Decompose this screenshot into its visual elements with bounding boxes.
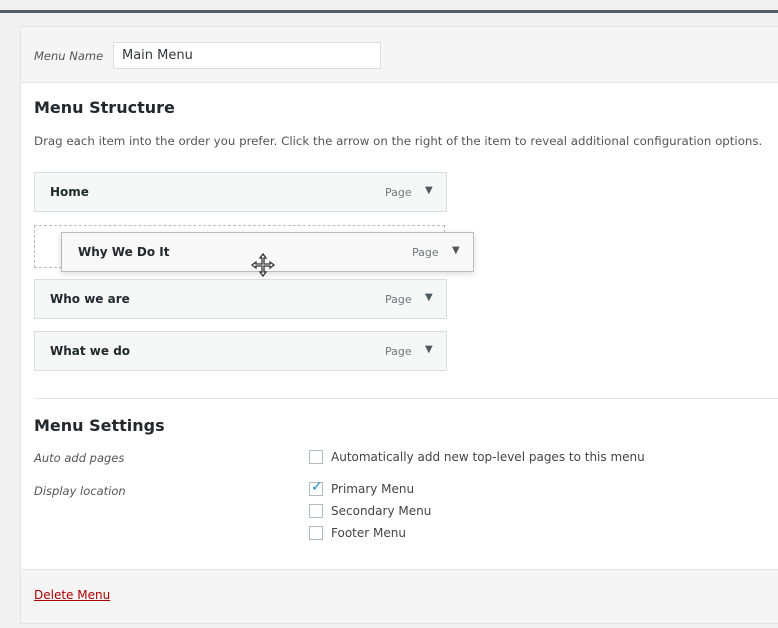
- menu-structure-description: Drag each item into the order you prefer…: [34, 134, 763, 148]
- primary-menu-checkbox[interactable]: ✓: [309, 479, 323, 496]
- location-primary-option[interactable]: ✓ Primary Menu: [309, 479, 415, 496]
- section-divider: [34, 398, 778, 399]
- menu-item-type: Page: [385, 186, 412, 199]
- menu-item-title: Home: [50, 185, 89, 199]
- footer-menu-label: Footer Menu: [331, 526, 406, 540]
- delete-menu-link[interactable]: Delete Menu: [34, 588, 110, 602]
- menu-item-type: Page: [385, 293, 412, 306]
- auto-add-option[interactable]: Automatically add new top-level pages to…: [309, 450, 645, 464]
- display-location-label: Display location: [34, 484, 126, 498]
- menu-item-home[interactable]: Home Page ▼: [34, 172, 447, 212]
- chevron-down-icon[interactable]: ▼: [425, 344, 433, 355]
- menu-item-title: Who we are: [50, 292, 130, 306]
- menu-name-input[interactable]: Main Menu: [113, 42, 381, 69]
- chevron-down-icon[interactable]: ▼: [452, 245, 460, 256]
- primary-menu-label: Primary Menu: [331, 482, 415, 496]
- menu-item-type: Page: [412, 246, 439, 259]
- admin-top-edge: [0, 10, 778, 13]
- auto-add-checkbox[interactable]: [309, 450, 323, 464]
- menu-item-who-we-are[interactable]: Who we are Page ▼: [34, 279, 447, 319]
- menu-footer: Delete Menu: [21, 569, 778, 623]
- move-cursor-icon: [250, 252, 276, 278]
- auto-add-label: Automatically add new top-level pages to…: [331, 450, 645, 464]
- secondary-menu-checkbox[interactable]: [309, 504, 323, 518]
- menu-item-type: Page: [385, 345, 412, 358]
- chevron-down-icon[interactable]: ▼: [425, 292, 433, 303]
- menu-edit-panel: Menu Name Main Menu Menu Structure Drag …: [20, 26, 778, 624]
- menu-item-what-we-do[interactable]: What we do Page ▼: [34, 331, 447, 371]
- footer-menu-checkbox[interactable]: [309, 526, 323, 540]
- menu-item-title: Why We Do It: [78, 245, 170, 259]
- menu-item-title: What we do: [50, 344, 131, 358]
- secondary-menu-label: Secondary Menu: [331, 504, 432, 518]
- menu-header: Menu Name Main Menu: [21, 27, 778, 83]
- location-footer-option[interactable]: Footer Menu: [309, 526, 406, 540]
- location-secondary-option[interactable]: Secondary Menu: [309, 504, 431, 518]
- menu-settings-title: Menu Settings: [34, 416, 165, 435]
- chevron-down-icon[interactable]: ▼: [425, 185, 433, 196]
- menu-structure-title: Menu Structure: [34, 98, 175, 117]
- auto-add-pages-label: Auto add pages: [34, 451, 125, 465]
- menu-name-label: Menu Name: [34, 49, 104, 63]
- checkmark-icon: ✓: [311, 479, 323, 495]
